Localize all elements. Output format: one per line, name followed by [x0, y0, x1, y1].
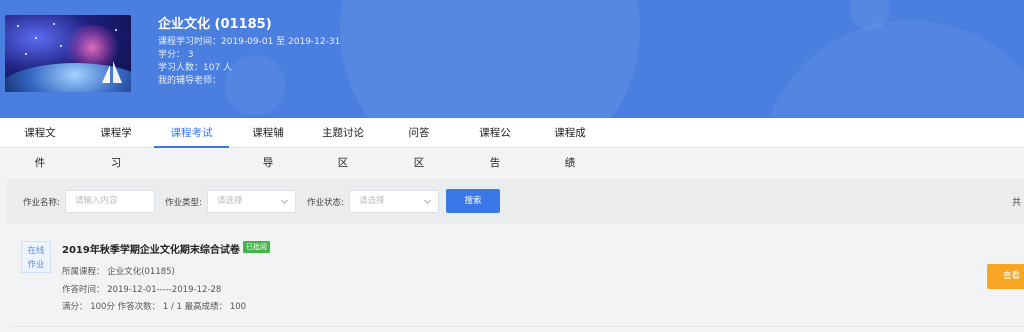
- assignment-type-badge: 在线 作业: [21, 241, 51, 273]
- assignment-type-select[interactable]: 请选择: [207, 190, 296, 213]
- assignment-time: 作答时间： 2019-12-01-----2019-12-28: [62, 285, 222, 295]
- sailboat-icon: [113, 61, 122, 83]
- assignment-name-input[interactable]: 请输入内容: [65, 190, 155, 213]
- tab-qa[interactable]: 问答区: [404, 118, 434, 169]
- course-tabs: 课程文件 课程学习 课程考试 课程辅导 主题讨论区 问答区 课程公告 课程成绩: [0, 118, 1024, 169]
- tab-course-files[interactable]: 课程文件: [20, 118, 60, 169]
- divider: [10, 326, 1024, 327]
- course-period: 课程学习时间：2019-09-01 至 2019-12-31: [158, 37, 341, 47]
- assignment-course: 所属课程： 企业文化(01185): [62, 267, 175, 277]
- assignment-title: 2019年秋季学期企业文化期末综合试卷: [62, 245, 240, 256]
- tab-grades[interactable]: 课程成绩: [550, 118, 590, 169]
- sailboat-icon: [102, 65, 110, 83]
- assignment-status-label: 作业状态:: [307, 198, 344, 208]
- view-button[interactable]: 查看: [987, 264, 1024, 289]
- course-cover-image: [5, 15, 131, 92]
- assignment-card: 在线 作业 2019年秋季学期企业文化期末综合试卷 已批阅 所属课程： 企业文化…: [0, 233, 1024, 332]
- course-title: 企业文化 (01185): [158, 17, 272, 32]
- tab-discussion[interactable]: 主题讨论区: [318, 118, 368, 169]
- decorative-circle: [340, 0, 640, 118]
- status-badge: 已批阅: [243, 241, 270, 253]
- filter-bar: 作业名称: 请输入内容 作业类型: 请选择 作业状态: 请选择 搜索 共: [7, 179, 1024, 224]
- course-credits: 学分： 3: [158, 50, 194, 60]
- tab-announcements[interactable]: 课程公告: [475, 118, 515, 169]
- course-learners: 学习人数：107 人: [158, 63, 233, 73]
- assignment-type-label: 作业类型:: [165, 198, 202, 208]
- chevron-down-icon: [280, 196, 289, 205]
- assignment-status-select[interactable]: 请选择: [349, 190, 439, 213]
- search-button[interactable]: 搜索: [446, 189, 500, 213]
- tab-course-study[interactable]: 课程学习: [96, 118, 136, 169]
- total-count-label: 共: [1011, 198, 1021, 208]
- course-tutor: 我的辅导老师：: [158, 76, 222, 86]
- assignment-score: 满分： 100分 作答次数： 1 / 1 最高成绩： 100: [62, 302, 247, 312]
- chevron-down-icon: [423, 196, 432, 205]
- tab-course-tutoring[interactable]: 课程辅导: [248, 118, 288, 169]
- course-header: 企业文化 (01185) 课程学习时间：2019-09-01 至 2019-12…: [0, 0, 1024, 118]
- tab-course-exam[interactable]: 课程考试: [154, 118, 229, 148]
- decorative-circle: [760, 20, 1024, 118]
- decorative-circle: [225, 55, 285, 115]
- assignment-name-label: 作业名称:: [23, 198, 60, 208]
